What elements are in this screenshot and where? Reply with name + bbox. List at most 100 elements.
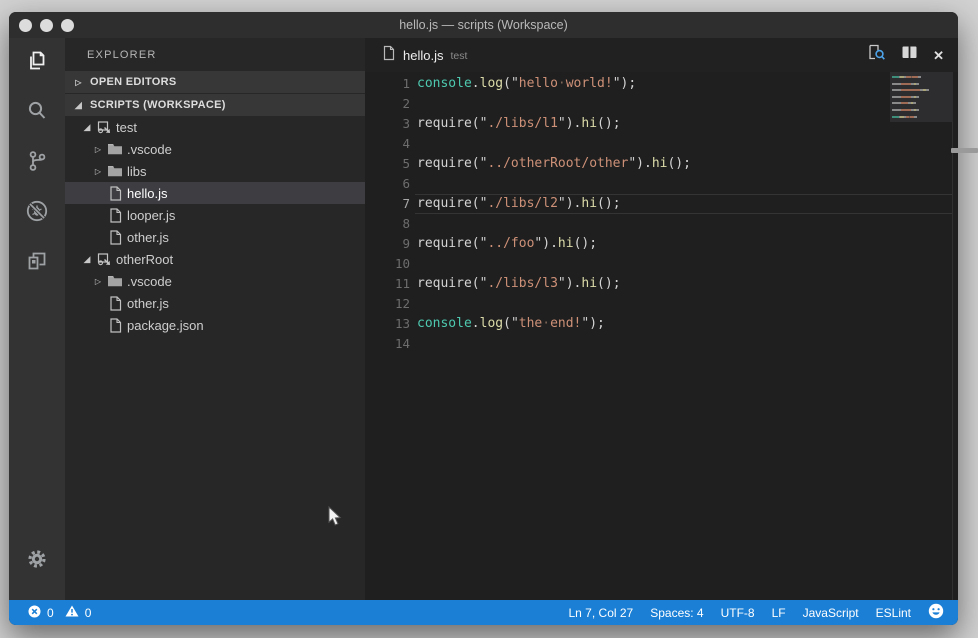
- section-label: OPEN EDITORS: [90, 76, 177, 88]
- zoom-window-button[interactable]: [61, 19, 74, 32]
- folder-icon: [105, 274, 125, 288]
- close-tab-button[interactable]: ✕: [933, 49, 944, 62]
- tree-item-label: test: [116, 120, 137, 135]
- line-number[interactable]: 5: [365, 154, 410, 174]
- tree-item-package-json[interactable]: package.json: [65, 314, 365, 336]
- line-number[interactable]: 13: [365, 314, 410, 334]
- tree-item-label: otherRoot: [116, 252, 173, 267]
- line-number[interactable]: 14: [365, 334, 410, 354]
- line-number[interactable]: 4: [365, 134, 410, 154]
- chevron-expanded-icon[interactable]: ◢: [80, 254, 94, 265]
- tree-item-looper-js[interactable]: looper.js: [65, 204, 365, 226]
- tree-item-label: looper.js: [127, 208, 175, 223]
- close-window-button[interactable]: [19, 19, 32, 32]
- code-text: require("./libs/l2").hi();: [417, 194, 621, 214]
- code-line-1[interactable]: 1console.log("hello·world!");: [365, 74, 958, 94]
- line-number[interactable]: 1: [365, 74, 410, 94]
- status-language-mode[interactable]: JavaScript: [803, 606, 859, 620]
- chevron-right-icon[interactable]: ▷: [91, 167, 105, 176]
- error-circle-icon: [28, 605, 41, 621]
- line-number[interactable]: 3: [365, 114, 410, 134]
- code-line-4[interactable]: 4: [365, 134, 958, 154]
- status-eslint-status[interactable]: ESLint: [876, 606, 911, 620]
- minimap[interactable]: [890, 72, 953, 122]
- tree-item-hello-js[interactable]: hello.js: [65, 182, 365, 204]
- chevron-expanded-icon[interactable]: ◢: [80, 122, 94, 133]
- tree-item-test[interactable]: ◢ test: [65, 116, 365, 138]
- activity-debug[interactable]: [9, 188, 65, 238]
- status-indentation[interactable]: Spaces: 4: [650, 606, 703, 620]
- folder-icon: [105, 164, 125, 178]
- file-icon: [105, 296, 125, 311]
- tree-item-otherroot[interactable]: ◢ otherRoot: [65, 248, 365, 270]
- code-line-8[interactable]: 8: [365, 214, 958, 234]
- tree-item-label: .vscode: [127, 274, 172, 289]
- line-number[interactable]: 12: [365, 294, 410, 314]
- activity-bar: [9, 38, 65, 600]
- code-line-12[interactable]: 12: [365, 294, 958, 314]
- activity-extensions[interactable]: [9, 238, 65, 288]
- status-eol[interactable]: LF: [772, 606, 786, 620]
- code-line-2[interactable]: 2: [365, 94, 958, 114]
- minimize-window-button[interactable]: [40, 19, 53, 32]
- activity-explorer[interactable]: [9, 38, 65, 88]
- chevron-right-icon[interactable]: ▷: [91, 145, 105, 154]
- activity-search[interactable]: [9, 88, 65, 138]
- file-icon: [105, 186, 125, 201]
- git-branch-icon: [24, 148, 50, 179]
- code-text: require("./libs/l3").hi();: [417, 274, 621, 294]
- code-line-10[interactable]: 10: [365, 254, 958, 274]
- line-number[interactable]: 11: [365, 274, 410, 294]
- line-number[interactable]: 7: [365, 194, 410, 214]
- code-line-11[interactable]: 11 require("./libs/l3").hi();: [365, 274, 958, 294]
- tree-item-other-js[interactable]: other.js: [65, 292, 365, 314]
- extensions-icon: [24, 248, 50, 279]
- root-folder-icon: [94, 251, 114, 267]
- problems-warnings[interactable]: 0: [65, 605, 92, 620]
- section-scripts-workspace[interactable]: ◢ SCRIPTS (WORKSPACE): [65, 94, 365, 116]
- tree-item--vscode[interactable]: ▷ .vscode: [65, 138, 365, 160]
- chevron-right-icon[interactable]: ▷: [91, 277, 105, 286]
- split-editor-button[interactable]: [901, 45, 918, 65]
- debug-disabled-icon: [23, 197, 51, 230]
- tree-item-libs[interactable]: ▷libs: [65, 160, 365, 182]
- line-number[interactable]: 8: [365, 214, 410, 234]
- code-line-9[interactable]: 9require("../foo").hi();: [365, 234, 958, 254]
- explorer-sidebar: EXPLORER ▷ OPEN EDITORS ◢ SCRIPTS (WORKS…: [65, 38, 365, 600]
- line-number[interactable]: 2: [365, 94, 410, 114]
- chevron-expanded-icon: ◢: [73, 100, 84, 111]
- files-icon: [24, 48, 50, 79]
- activity-source-control[interactable]: [9, 138, 65, 188]
- code-line-14[interactable]: 14: [365, 334, 958, 354]
- close-icon: ✕: [933, 49, 944, 62]
- editor-actions: ✕: [867, 43, 958, 67]
- code-line-13[interactable]: 13console.log("the·end!");: [365, 314, 958, 334]
- code-editor[interactable]: 1console.log("hello·world!");23require("…: [365, 72, 958, 600]
- tree-item-label: .vscode: [127, 142, 172, 157]
- tab-hello-js[interactable]: hello.js test: [365, 38, 479, 72]
- code-area: 1console.log("hello·world!");23require("…: [365, 74, 958, 354]
- right-edge-scrollbar-thumb[interactable]: [951, 148, 978, 153]
- explorer-title: EXPLORER: [65, 38, 365, 71]
- line-number[interactable]: 10: [365, 254, 410, 274]
- problems-errors[interactable]: 0: [28, 605, 54, 621]
- traffic-lights: [19, 19, 74, 32]
- code-line-3[interactable]: 3require("./libs/l1").hi();: [365, 114, 958, 134]
- titlebar[interactable]: hello.js — scripts (Workspace): [9, 12, 958, 38]
- code-line-5[interactable]: 5require("../otherRoot/other").hi();: [365, 154, 958, 174]
- chevron-right-icon: ▷: [73, 78, 84, 87]
- status-cursor-position[interactable]: Ln 7, Col 27: [569, 606, 634, 620]
- code-line-6[interactable]: 6: [365, 174, 958, 194]
- status-encoding[interactable]: UTF-8: [721, 606, 755, 620]
- line-number[interactable]: 6: [365, 174, 410, 194]
- tree-item--vscode[interactable]: ▷ .vscode: [65, 270, 365, 292]
- section-open-editors[interactable]: ▷ OPEN EDITORS: [65, 71, 365, 93]
- tree-item-other-js[interactable]: other.js: [65, 226, 365, 248]
- settings-button[interactable]: [9, 536, 65, 586]
- tree-item-label: package.json: [127, 318, 204, 333]
- open-preview-button[interactable]: [867, 43, 886, 67]
- line-number[interactable]: 9: [365, 234, 410, 254]
- code-line-7[interactable]: 7 require("./libs/l2").hi();: [365, 194, 958, 214]
- feedback-smiley-button[interactable]: [928, 603, 944, 622]
- file-icon: [105, 318, 125, 333]
